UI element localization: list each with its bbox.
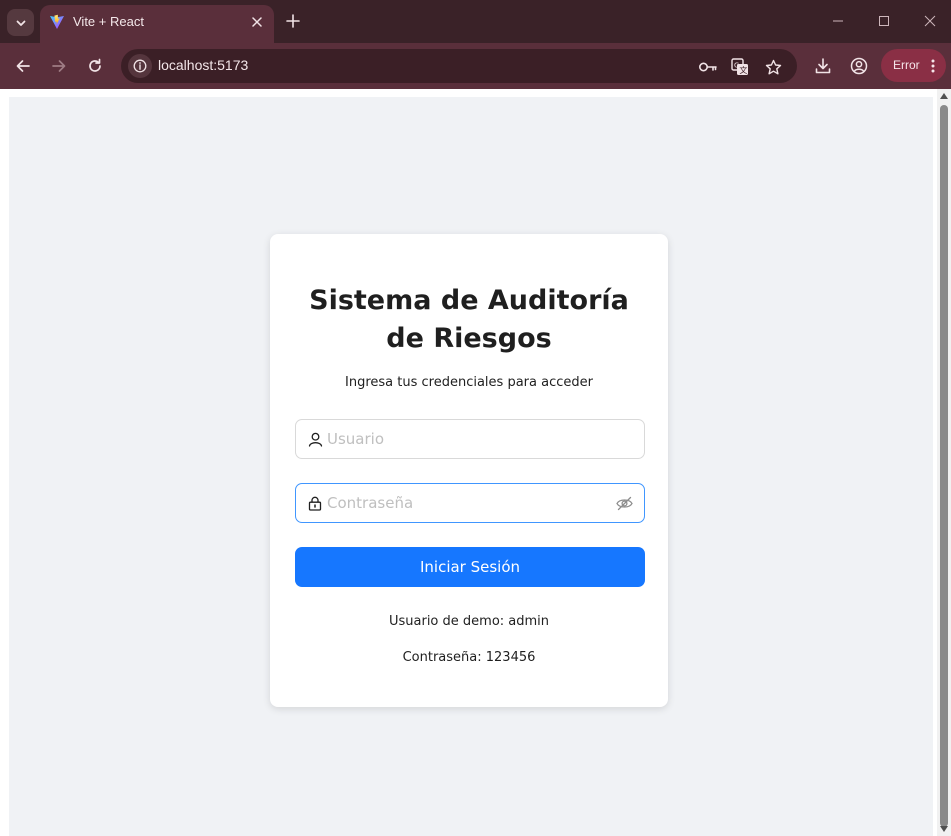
login-card: Sistema de Auditoría de Riesgos Ingresa …: [270, 234, 668, 707]
username-field[interactable]: [295, 419, 645, 459]
browser-tab-active[interactable]: Vite + React: [40, 5, 274, 43]
translate-button[interactable]: G 文: [730, 57, 750, 77]
browser-toolbar: localhost:5173 G 文 Error: [0, 43, 951, 89]
page-viewport: Sistema de Auditoría de Riesgos Ingresa …: [0, 89, 951, 836]
arrow-left-icon: [16, 60, 30, 72]
tab-title: Vite + React: [73, 14, 144, 29]
translate-icon: G 文: [731, 58, 748, 75]
page-scrollbar[interactable]: [937, 89, 951, 836]
info-icon: [133, 59, 147, 73]
arrow-right-icon: [52, 60, 66, 72]
address-bar[interactable]: localhost:5173 G 文: [121, 49, 797, 83]
minimize-button[interactable]: [829, 12, 847, 30]
password-key-button[interactable]: [698, 57, 718, 77]
download-icon: [815, 58, 831, 74]
login-submit-button[interactable]: Iniciar Sesión: [295, 547, 645, 587]
tab-search-button[interactable]: [7, 9, 34, 36]
window-close-button[interactable]: [921, 12, 939, 30]
account-circle-icon: [850, 57, 868, 75]
login-subtitle: Ingresa tus credenciales para acceder: [345, 375, 593, 390]
user-icon: [307, 431, 323, 447]
username-input[interactable]: [327, 420, 607, 458]
forward-button[interactable]: [47, 54, 71, 78]
browser-menu-button[interactable]: [928, 57, 938, 75]
demo-password-hint: Contraseña: 123456: [402, 650, 536, 665]
password-field[interactable]: [295, 483, 645, 523]
tab-close-button[interactable]: [249, 14, 265, 30]
site-info-button[interactable]: [128, 54, 152, 78]
minimize-icon: [833, 20, 843, 22]
profile-error-chip[interactable]: Error: [881, 49, 946, 82]
demo-user-hint: Usuario de demo: admin: [388, 614, 550, 629]
back-button[interactable]: [11, 54, 35, 78]
vite-logo-icon: [50, 14, 64, 29]
address-url: localhost:5173: [158, 57, 249, 73]
svg-text:文: 文: [739, 65, 747, 75]
star-icon: [765, 59, 781, 74]
scroll-up-arrow[interactable]: [940, 93, 948, 99]
plus-icon: [286, 14, 300, 28]
password-input[interactable]: [327, 484, 607, 522]
close-icon: [924, 15, 936, 27]
profile-button[interactable]: [847, 54, 871, 78]
scroll-down-arrow[interactable]: [940, 826, 948, 832]
browser-titlebar: Vite + React: [0, 0, 951, 43]
lock-icon: [307, 495, 323, 511]
downloads-button[interactable]: [811, 54, 835, 78]
page-title: Sistema de Auditoría de Riesgos: [309, 285, 629, 354]
more-vert-icon: [931, 59, 935, 73]
maximize-button[interactable]: [875, 12, 893, 30]
eye-invisible-icon[interactable]: [615, 495, 633, 511]
key-icon: [698, 62, 717, 72]
new-tab-button[interactable]: [282, 10, 304, 32]
maximize-icon: [879, 16, 889, 26]
reload-button[interactable]: [83, 54, 107, 78]
reload-icon: [89, 58, 101, 72]
error-chip-label: Error: [893, 58, 920, 72]
scrollbar-thumb[interactable]: [940, 105, 948, 827]
close-icon: [252, 17, 262, 27]
page-background: Sistema de Auditoría de Riesgos Ingresa …: [9, 97, 933, 836]
chevron-down-icon: [16, 20, 25, 26]
bookmark-star-button[interactable]: [763, 57, 783, 77]
